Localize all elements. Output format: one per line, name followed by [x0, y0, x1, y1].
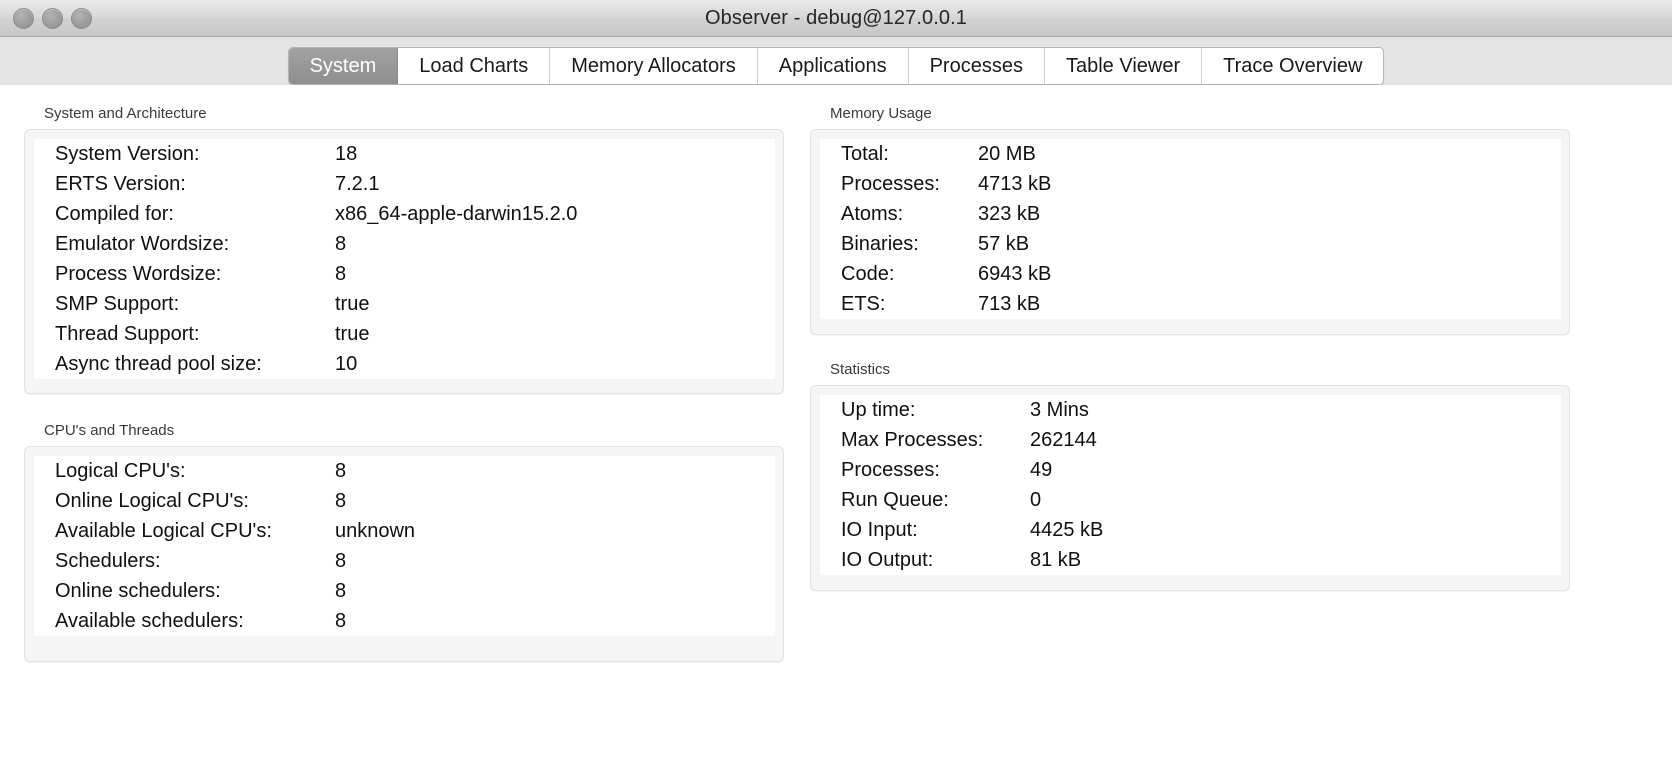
- memory-usage-grid: Total: 20 MB Processes: 4713 kB Atoms: 3…: [820, 139, 1561, 319]
- row-key: Code:: [820, 259, 967, 289]
- tab-applications[interactable]: Applications: [757, 48, 909, 84]
- statistics-grid: Up time: 3 Mins Max Processes: 262144 Pr…: [820, 395, 1561, 575]
- row-value: 20 MB: [967, 139, 1561, 169]
- row-value: true: [324, 289, 775, 319]
- statistics-title: Statistics: [830, 361, 891, 378]
- row-value: 18: [324, 139, 775, 169]
- tab-trace-overview[interactable]: Trace Overview: [1202, 48, 1384, 84]
- row-key: Schedulers:: [34, 546, 324, 576]
- memory-usage-title: Memory Usage: [830, 105, 932, 122]
- row-key: SMP Support:: [34, 289, 324, 319]
- row-value: 49: [1019, 455, 1561, 485]
- tab-table-viewer[interactable]: Table Viewer: [1044, 48, 1203, 84]
- row-value: 10: [324, 349, 775, 379]
- row-key: Online schedulers:: [34, 576, 324, 606]
- row-value: 323 kB: [967, 199, 1561, 229]
- row-value: 713 kB: [967, 289, 1561, 319]
- system-architecture-panel: System Version: 18 ERTS Version: 7.2.1 C…: [24, 129, 784, 394]
- row-value: 8: [324, 456, 775, 486]
- right-column-spacer: [810, 335, 1570, 357]
- row-key: Run Queue:: [820, 485, 1019, 515]
- cpus-and-threads-grid: Logical CPU's: 8 Online Logical CPU's: 8…: [34, 456, 775, 636]
- row-key: Logical CPU's:: [34, 456, 324, 486]
- row-key: ETS:: [820, 289, 967, 319]
- tab-system[interactable]: System: [288, 48, 399, 84]
- row-value: 8: [324, 229, 775, 259]
- tab-processes[interactable]: Processes: [908, 48, 1045, 84]
- row-value: 6943 kB: [967, 259, 1561, 289]
- observer-window: Observer - debug@127.0.0.1 System Load C…: [0, 0, 1672, 766]
- row-value: 8: [324, 606, 775, 636]
- row-key: Atoms:: [820, 199, 967, 229]
- row-key: Available schedulers:: [34, 606, 324, 636]
- minimize-button[interactable]: [42, 8, 63, 29]
- close-button[interactable]: [13, 8, 34, 29]
- row-key: IO Output:: [820, 545, 1019, 575]
- left-column: System and Architecture System Version: …: [24, 101, 784, 766]
- row-key: Processes:: [820, 455, 1019, 485]
- title-bar: Observer - debug@127.0.0.1: [0, 0, 1672, 37]
- zoom-button[interactable]: [71, 8, 92, 29]
- row-value: 3 Mins: [1019, 395, 1561, 425]
- row-value: 8: [324, 546, 775, 576]
- row-value: 8: [324, 259, 775, 289]
- row-value: 262144: [1019, 425, 1561, 455]
- statistics-panel: Up time: 3 Mins Max Processes: 262144 Pr…: [810, 385, 1570, 591]
- row-value: 8: [324, 576, 775, 606]
- row-key: Online Logical CPU's:: [34, 486, 324, 516]
- row-value: 81 kB: [1019, 545, 1561, 575]
- row-value: x86_64-apple-darwin15.2.0: [324, 199, 775, 229]
- system-architecture-title: System and Architecture: [44, 105, 207, 122]
- system-tab-content: System and Architecture System Version: …: [0, 85, 1672, 766]
- row-value: 8: [324, 486, 775, 516]
- row-key: Compiled for:: [34, 199, 324, 229]
- row-key: Total:: [820, 139, 967, 169]
- row-value: 0: [1019, 485, 1561, 515]
- cpus-and-threads-title: CPU's and Threads: [44, 422, 175, 439]
- row-key: Emulator Wordsize:: [34, 229, 324, 259]
- tab-bar: System Load Charts Memory Allocators App…: [0, 37, 1672, 85]
- row-value: 4425 kB: [1019, 515, 1561, 545]
- tab-memory-allocators[interactable]: Memory Allocators: [550, 48, 758, 84]
- row-value: true: [324, 319, 775, 349]
- window-title: Observer - debug@127.0.0.1: [705, 6, 967, 29]
- memory-usage-panel: Total: 20 MB Processes: 4713 kB Atoms: 3…: [810, 129, 1570, 335]
- tab-strip: System Load Charts Memory Allocators App…: [287, 47, 1385, 85]
- system-architecture-grid: System Version: 18 ERTS Version: 7.2.1 C…: [34, 139, 775, 379]
- window-controls: [13, 0, 92, 37]
- row-key: Binaries:: [820, 229, 967, 259]
- row-value: 4713 kB: [967, 169, 1561, 199]
- row-key: Process Wordsize:: [34, 259, 324, 289]
- cpus-and-threads-panel: Logical CPU's: 8 Online Logical CPU's: 8…: [24, 446, 784, 662]
- left-column-spacer: [24, 394, 784, 418]
- tab-load-charts[interactable]: Load Charts: [398, 48, 551, 84]
- row-key: Max Processes:: [820, 425, 1019, 455]
- row-key: Async thread pool size:: [34, 349, 324, 379]
- row-value: unknown: [324, 516, 775, 546]
- row-key: Up time:: [820, 395, 1019, 425]
- row-key: System Version:: [34, 139, 324, 169]
- row-key: ERTS Version:: [34, 169, 324, 199]
- row-value: 57 kB: [967, 229, 1561, 259]
- row-key: IO Input:: [820, 515, 1019, 545]
- row-key: Thread Support:: [34, 319, 324, 349]
- row-value: 7.2.1: [324, 169, 775, 199]
- row-key: Available Logical CPU's:: [34, 516, 324, 546]
- right-column: Memory Usage Total: 20 MB Processes: 471…: [810, 101, 1570, 766]
- row-key: Processes:: [820, 169, 967, 199]
